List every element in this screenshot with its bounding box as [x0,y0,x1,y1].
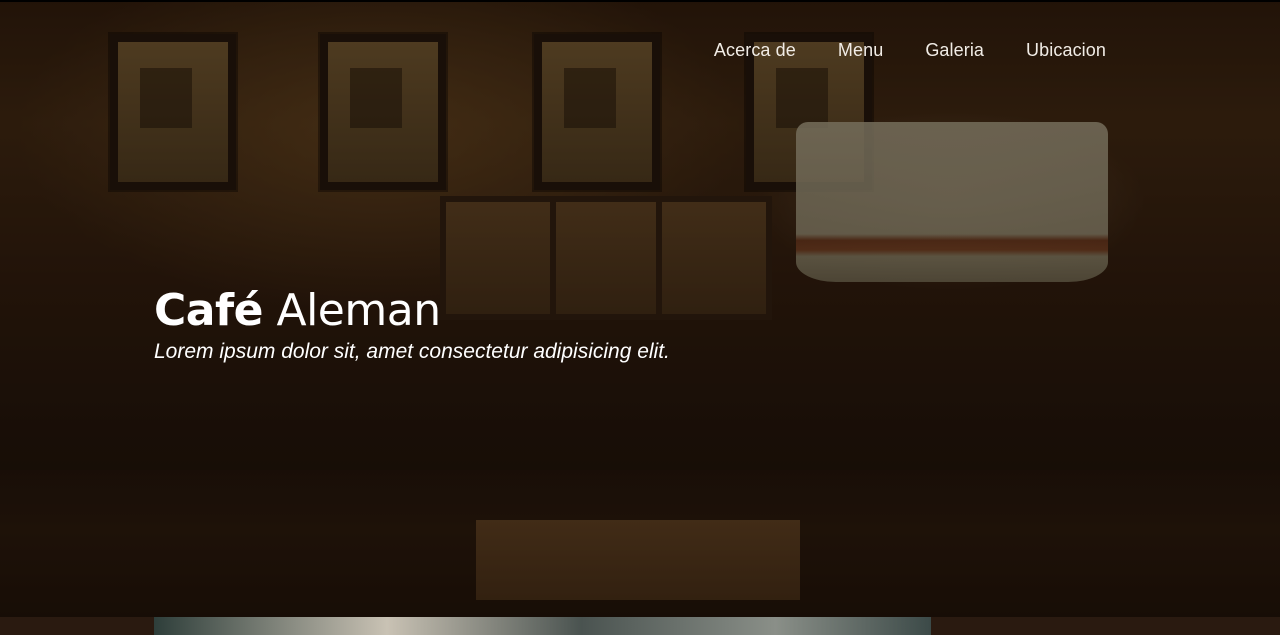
nav-link-ubicacion[interactable]: Ubicacion [1026,38,1106,62]
hero-text: Café Aleman Lorem ipsum dolor sit, amet … [154,284,670,366]
next-section-image [154,617,931,635]
top-border [0,0,1280,2]
main-nav: Acerca de Menu Galeria Ubicacion [672,38,1106,62]
nav-link-menu[interactable]: Menu [838,38,883,62]
hero-section: Acerca de Menu Galeria Ubicacion Café Al… [0,0,1280,617]
hero-title: Café Aleman [154,284,670,338]
nav-link-galeria[interactable]: Galeria [925,38,984,62]
hero-title-strong: Café [154,285,263,336]
hero-title-rest: Aleman [276,285,441,336]
nav-link-acerca-de[interactable]: Acerca de [714,38,796,62]
hero-subtitle: Lorem ipsum dolor sit, amet consectetur … [154,340,670,363]
